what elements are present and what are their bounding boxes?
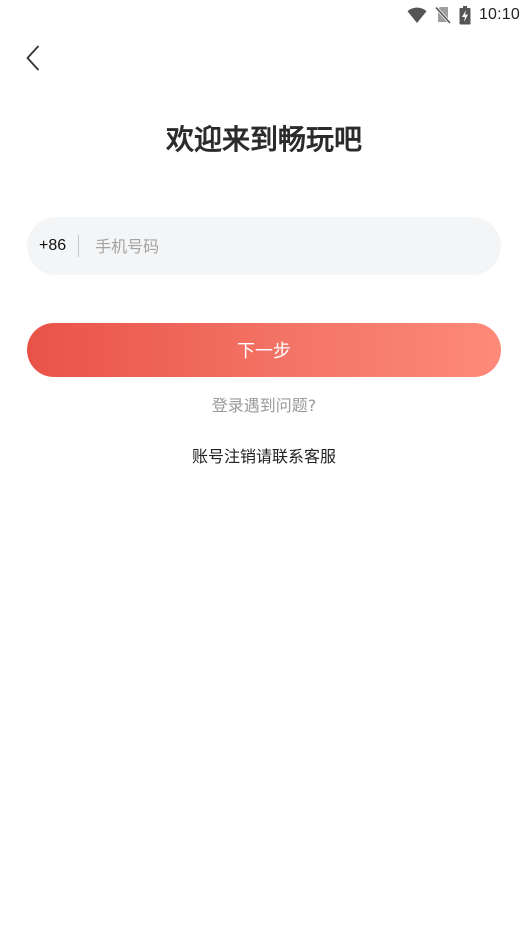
back-button[interactable] xyxy=(18,44,48,76)
country-code[interactable]: +86 xyxy=(39,237,66,255)
page-title: 欢迎来到畅玩吧 xyxy=(165,123,362,156)
chevron-left-icon xyxy=(25,45,41,75)
status-time: 10:10 xyxy=(478,6,520,23)
account-cancel-text: 账号注销请联系客服 xyxy=(191,447,336,466)
phone-field[interactable]: +86 xyxy=(27,217,501,275)
battery-charging-icon xyxy=(459,5,471,25)
status-bar: 10:10 xyxy=(0,0,528,30)
field-divider xyxy=(78,235,80,257)
login-help-link[interactable]: 登录遇到问题? xyxy=(0,394,528,418)
wifi-icon xyxy=(407,7,427,23)
no-sim-icon xyxy=(434,6,451,24)
status-icons: 10:10 xyxy=(407,4,520,26)
next-button[interactable]: 下一步 xyxy=(27,323,501,377)
phone-input[interactable] xyxy=(95,226,476,266)
